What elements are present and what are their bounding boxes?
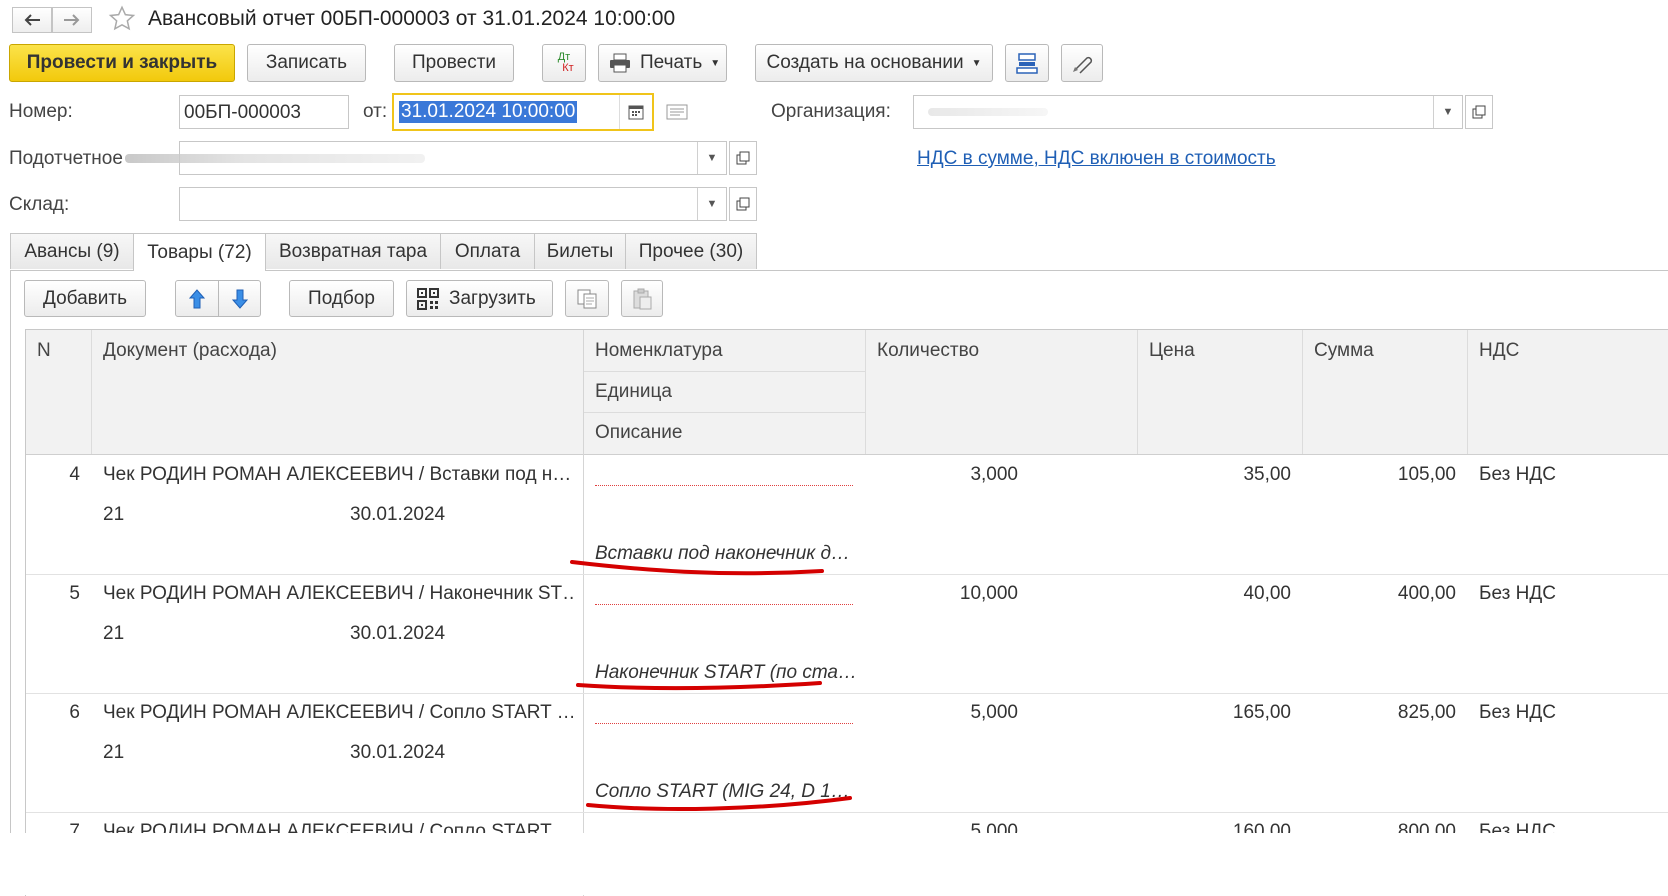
underline-row-5 <box>576 681 822 691</box>
red-underline-annotations <box>570 560 852 812</box>
tab-goods[interactable]: Товары (72) <box>133 233 266 271</box>
underline-row-6 <box>586 796 852 812</box>
underline-row-4 <box>570 560 824 576</box>
